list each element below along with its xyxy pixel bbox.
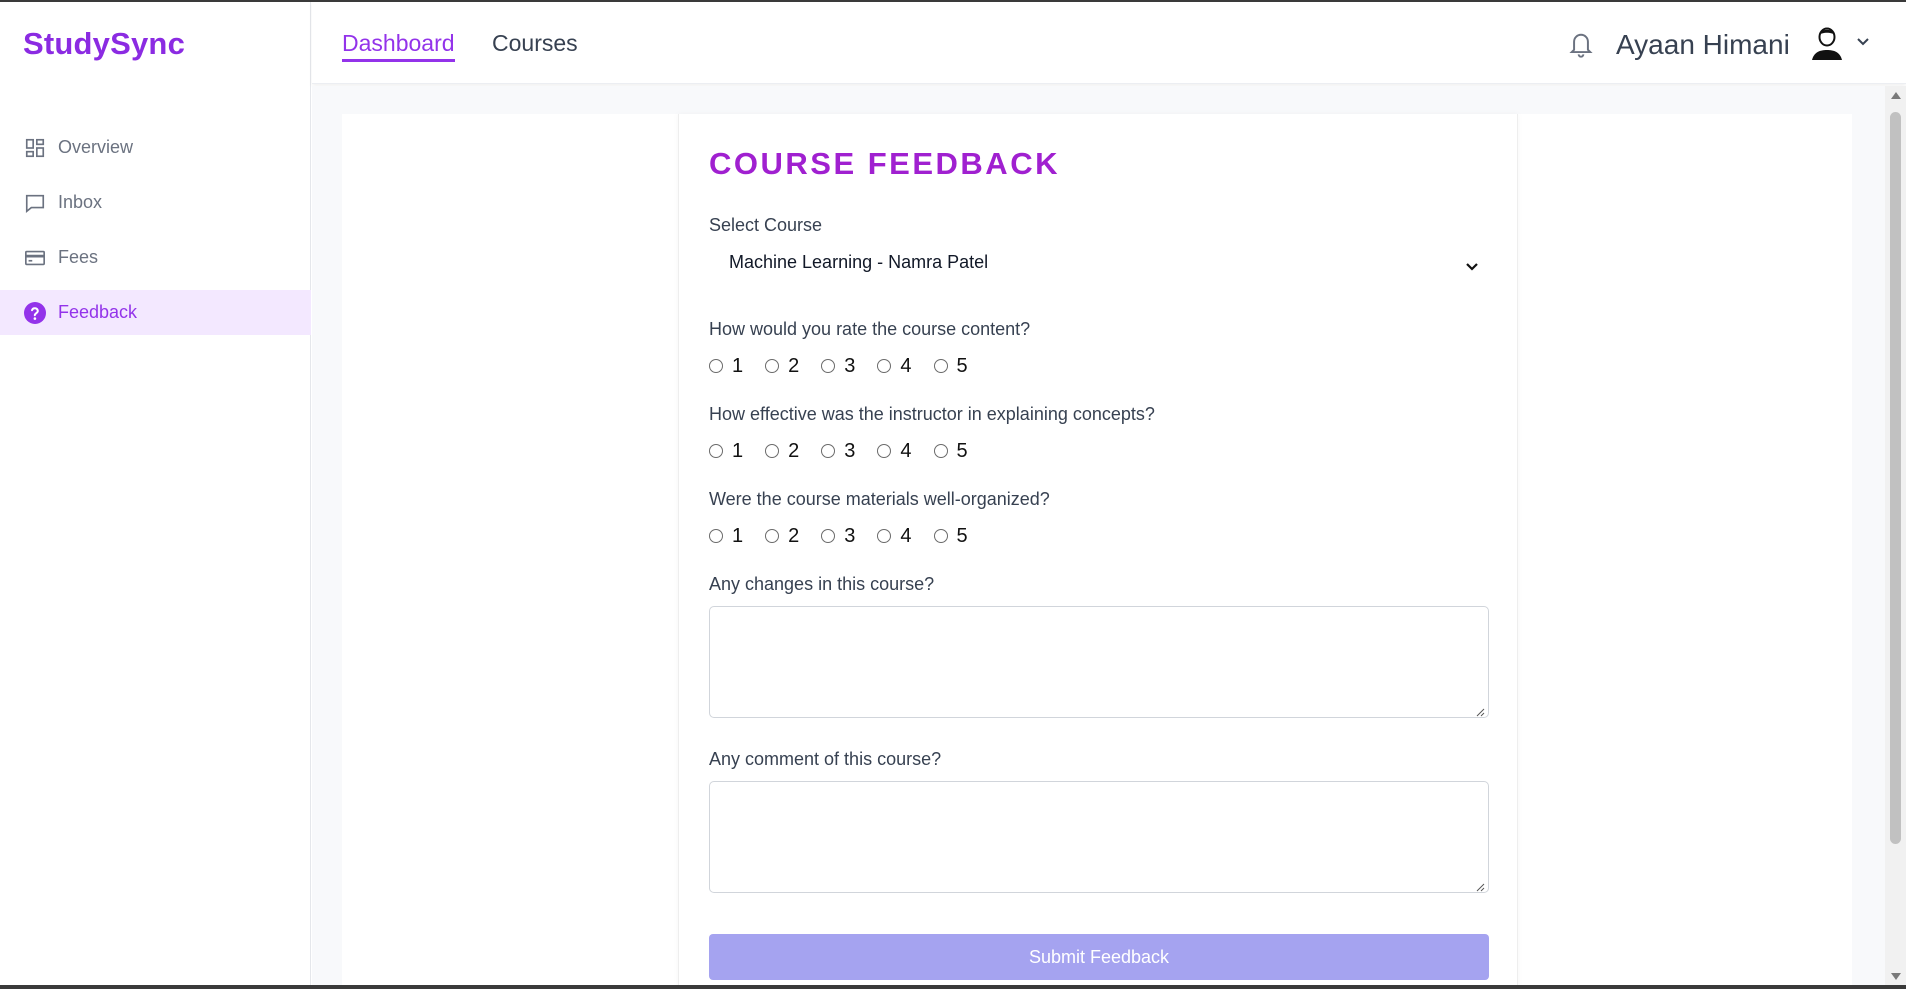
- rating-radio-4[interactable]: 4: [877, 439, 912, 463]
- radio-label: 3: [844, 354, 856, 377]
- scroll-up-arrow-icon[interactable]: [1891, 92, 1901, 99]
- rating-radio-2[interactable]: 2: [765, 440, 799, 463]
- rating-radio-1[interactable]: 1: [709, 525, 743, 548]
- rating-group-instructor: 1 2 3 4 5: [709, 439, 990, 463]
- radio-circle[interactable]: [765, 529, 780, 543]
- sidebar-item-feedback[interactable]: Feedback: [0, 290, 311, 335]
- radio-circle[interactable]: [821, 359, 836, 373]
- radio-label: 3: [844, 524, 856, 547]
- radio-label: 1: [732, 524, 744, 547]
- radio-label: 4: [900, 524, 912, 547]
- radio-circle[interactable]: [877, 444, 892, 458]
- radio-circle[interactable]: [765, 444, 780, 458]
- tab-dashboard[interactable]: Dashboard: [342, 30, 455, 62]
- radio-circle[interactable]: [709, 529, 723, 543]
- comment-textarea[interactable]: [709, 781, 1489, 893]
- radio-label: 2: [788, 354, 800, 377]
- sidebar-nav: Overview Inbox Fees Feedback: [0, 125, 311, 345]
- question-label: How effective was the instructor in expl…: [709, 404, 1155, 424]
- radio-label: 2: [788, 439, 800, 462]
- resize-handle-icon[interactable]: [1475, 879, 1485, 892]
- avatar[interactable]: [1807, 22, 1847, 62]
- rating-radio-3[interactable]: 3: [821, 525, 855, 548]
- changes-label: Any changes in this course?: [709, 574, 935, 594]
- top-bar: Dashboard Courses Ayaan Himani: [312, 2, 1906, 84]
- user-name[interactable]: Ayaan Himani: [1616, 29, 1790, 61]
- app-window: StudySync Overview Inbox Fees Feedback D…: [0, 2, 1906, 985]
- sidebar-item-label: Overview: [58, 137, 134, 157]
- rating-radio-2[interactable]: 2: [765, 355, 799, 378]
- bell-icon[interactable]: [1567, 29, 1595, 59]
- scroll-down-arrow-icon[interactable]: [1891, 973, 1901, 980]
- course-select[interactable]: Machine Learning - Namra Patel: [709, 242, 1489, 282]
- radio-circle[interactable]: [821, 529, 836, 543]
- rating-radio-4[interactable]: 4: [877, 354, 912, 378]
- credit-card-icon: [23, 246, 47, 270]
- radio-label: 4: [900, 354, 912, 377]
- grid-icon: [23, 136, 47, 160]
- sidebar-item-label: Feedback: [58, 302, 138, 322]
- sidebar-item-overview[interactable]: Overview: [0, 125, 311, 170]
- scrollbar-thumb[interactable]: [1890, 112, 1901, 844]
- scrollbar[interactable]: [1885, 86, 1906, 985]
- question-label: How would you rate the course content?: [709, 319, 1031, 339]
- help-circle-icon: [23, 301, 47, 325]
- radio-circle[interactable]: [821, 444, 836, 458]
- radio-label: 5: [956, 439, 968, 462]
- sidebar-item-label: Inbox: [58, 192, 103, 212]
- radio-label: 5: [956, 354, 968, 377]
- radio-circle[interactable]: [933, 359, 948, 373]
- sidebar-item-fees[interactable]: Fees: [0, 235, 311, 280]
- rating-group-materials: 1 2 3 4 5: [709, 524, 990, 548]
- radio-label: 1: [732, 439, 744, 462]
- tab-courses[interactable]: Courses: [492, 30, 578, 57]
- radio-circle[interactable]: [709, 444, 723, 458]
- rating-radio-1[interactable]: 1: [709, 440, 743, 463]
- radio-label: 3: [844, 439, 856, 462]
- radio-circle[interactable]: [877, 359, 892, 373]
- changes-textarea[interactable]: [709, 606, 1489, 718]
- radio-label: 1: [732, 354, 744, 377]
- message-icon: [23, 191, 47, 215]
- comment-label: Any comment of this course?: [709, 749, 942, 769]
- radio-label: 5: [956, 524, 968, 547]
- page-title: COURSE FEEDBACK: [709, 146, 1060, 181]
- submit-feedback-button[interactable]: Submit Feedback: [709, 934, 1489, 980]
- radio-circle[interactable]: [933, 529, 948, 543]
- rating-radio-5[interactable]: 5: [933, 439, 968, 463]
- chevron-down-icon: [1465, 256, 1479, 271]
- rating-radio-2[interactable]: 2: [765, 525, 799, 548]
- rating-radio-5[interactable]: 5: [933, 354, 968, 378]
- question-label: Were the course materials well-organized…: [709, 489, 1050, 509]
- chevron-down-icon[interactable]: [1855, 35, 1871, 47]
- radio-label: 4: [900, 439, 912, 462]
- sidebar: StudySync Overview Inbox Fees Feedback: [0, 2, 311, 985]
- rating-group-content: 1 2 3 4 5: [709, 354, 990, 378]
- radio-circle[interactable]: [765, 359, 780, 373]
- feedback-form: COURSE FEEDBACK Select Course Machine Le…: [678, 114, 1518, 985]
- radio-circle[interactable]: [877, 529, 892, 543]
- sidebar-item-inbox[interactable]: Inbox: [0, 180, 311, 225]
- select-course-label: Select Course: [709, 215, 823, 235]
- selected-course: Machine Learning - Namra Patel: [729, 251, 989, 272]
- rating-radio-4[interactable]: 4: [877, 524, 912, 548]
- rating-radio-5[interactable]: 5: [933, 524, 968, 548]
- rating-radio-3[interactable]: 3: [821, 440, 855, 463]
- radio-circle[interactable]: [933, 444, 948, 458]
- radio-label: 2: [788, 524, 800, 547]
- rating-radio-3[interactable]: 3: [821, 355, 855, 378]
- radio-circle[interactable]: [709, 359, 723, 373]
- resize-handle-icon[interactable]: [1475, 704, 1485, 717]
- rating-radio-1[interactable]: 1: [709, 355, 743, 378]
- sidebar-item-label: Fees: [58, 247, 99, 267]
- app-logo[interactable]: StudySync: [23, 26, 185, 62]
